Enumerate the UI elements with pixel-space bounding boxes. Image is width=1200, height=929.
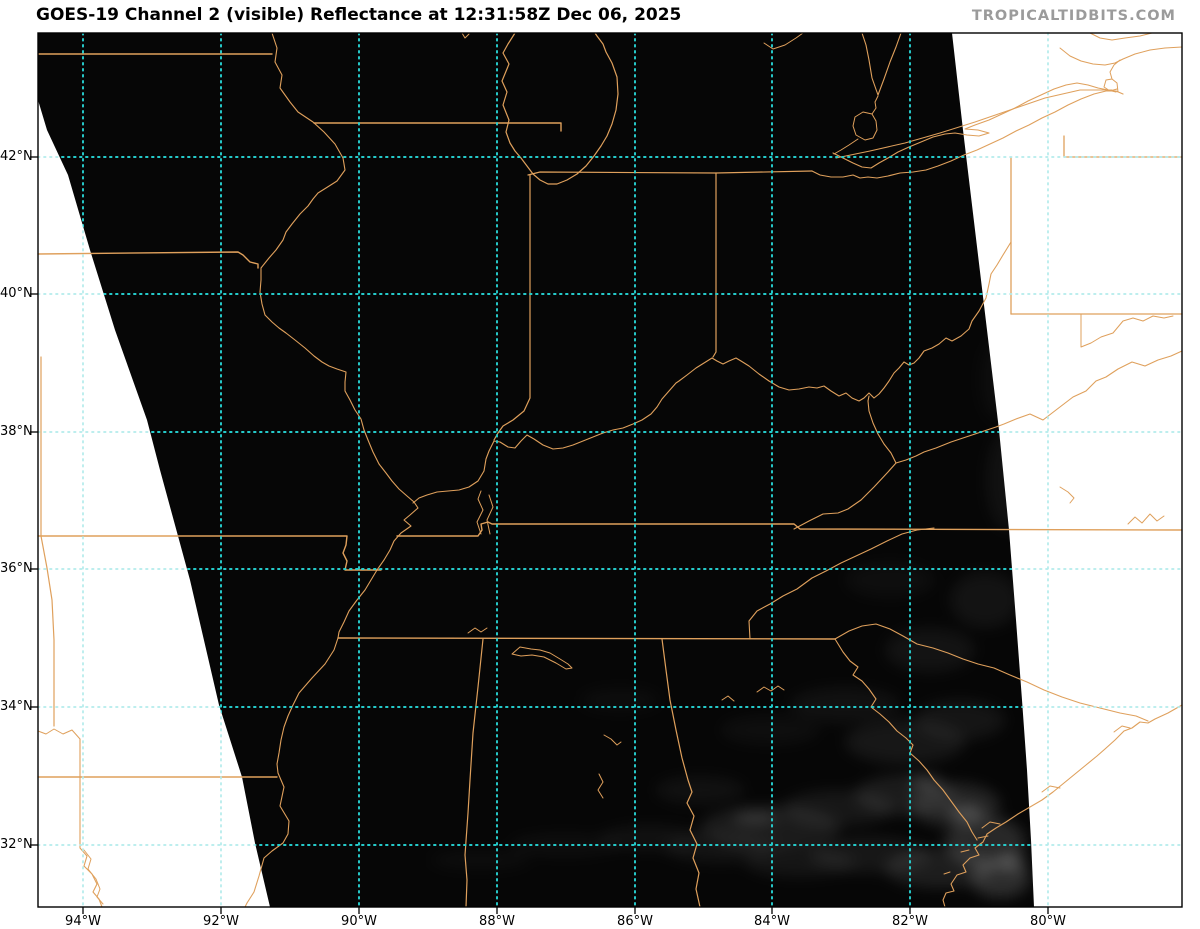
lon-label: 80°W — [1024, 915, 1072, 929]
cloud-patch — [915, 700, 1005, 740]
lon-label: 94°W — [59, 915, 107, 929]
cloud-patch — [947, 804, 983, 820]
lon-label: 86°W — [611, 915, 659, 929]
lon-label: 84°W — [748, 915, 796, 929]
satellite-map — [0, 0, 1200, 929]
cloud-patch — [998, 852, 1026, 872]
lat-label: 40°N — [0, 287, 32, 301]
lat-label: 32°N — [0, 838, 32, 852]
cloud-patch — [950, 572, 1020, 628]
cloud-patch — [580, 688, 660, 712]
lon-label: 90°W — [335, 915, 383, 929]
cloud-patch — [430, 850, 530, 870]
lat-label: 38°N — [0, 425, 32, 439]
lat-label: 36°N — [0, 562, 32, 576]
lat-label: 42°N — [0, 150, 32, 164]
cloud-patch — [885, 628, 975, 672]
lon-label: 82°W — [886, 915, 934, 929]
tennessee-mississippi-alabama-border — [338, 638, 835, 639]
lon-label: 88°W — [473, 915, 521, 929]
cloud-patch — [655, 776, 745, 804]
cloud-patch — [733, 811, 777, 825]
cloud-patch — [845, 562, 935, 598]
lat-label: 34°N — [0, 700, 32, 714]
lon-label: 92°W — [197, 915, 245, 929]
cloud-patch — [720, 715, 820, 745]
satellite-map-page: GOES-19 Channel 2 (visible) Reflectance … — [0, 0, 1200, 929]
